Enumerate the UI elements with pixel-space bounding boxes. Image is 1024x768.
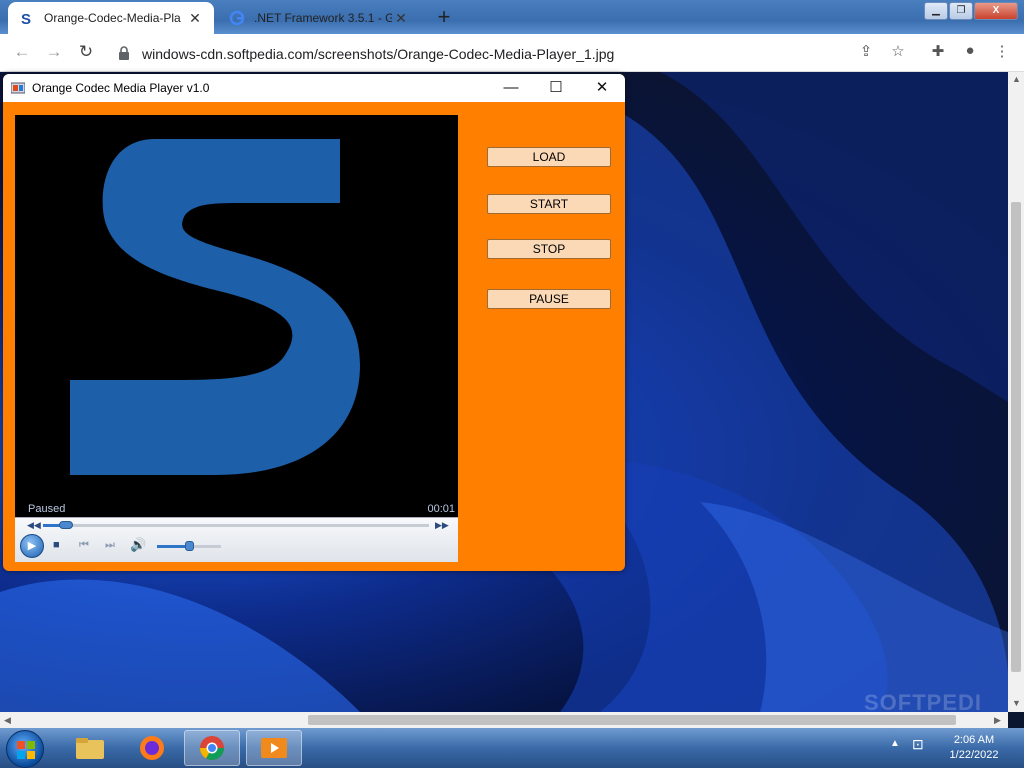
back-icon[interactable]: ←: [10, 42, 34, 64]
lock-icon: [119, 46, 129, 60]
tab-net-framework[interactable]: .NET Framework 3.5.1 - Go ✕: [218, 2, 420, 34]
browser-toolbar: ← → ↻ windows-cdn.softpedia.com/screensh…: [0, 34, 1024, 72]
windows-flag-icon: [17, 741, 35, 759]
horizontal-scroll-thumb[interactable]: [308, 715, 956, 725]
reload-icon[interactable]: ↻: [74, 42, 98, 64]
tab-close-icon[interactable]: ✕: [392, 10, 410, 27]
scroll-left-icon[interactable]: ◀: [4, 715, 11, 726]
forward-icon[interactable]: →: [42, 42, 66, 64]
google-g-icon: [228, 9, 246, 27]
scroll-right-icon[interactable]: ▶: [994, 715, 1001, 726]
chrome-icon[interactable]: [184, 730, 240, 766]
tray-expand-icon[interactable]: ▲: [890, 738, 900, 749]
start-button[interactable]: START: [487, 194, 611, 214]
softpedia-logo: [70, 139, 360, 475]
softpedia-watermark: SOFTPEDI: [864, 690, 983, 712]
vertical-scroll-thumb[interactable]: [1011, 202, 1021, 672]
menu-icon[interactable]: ⋮: [992, 42, 1012, 62]
clock-date: 1/22/2022: [949, 749, 999, 761]
load-button[interactable]: LOAD: [487, 147, 611, 167]
window-minimize-button[interactable]: ▁: [924, 2, 948, 20]
playback-status: Paused: [28, 503, 66, 515]
previous-icon[interactable]: ⏮: [79, 539, 89, 552]
address-bar[interactable]: windows-cdn.softpedia.com/screenshots/Or…: [108, 38, 1018, 68]
svg-text:S: S: [21, 11, 31, 26]
app-close-button[interactable]: ✕: [588, 78, 616, 98]
app-titlebar: Orange Codec Media Player v1.0 — ☐ ✕: [3, 74, 625, 102]
next-icon[interactable]: ⏭: [105, 539, 115, 552]
file-explorer-icon[interactable]: [62, 730, 118, 766]
scroll-down-icon[interactable]: ▼: [1012, 698, 1021, 708]
video-display: [15, 115, 458, 519]
tab-close-icon[interactable]: ✕: [186, 10, 204, 27]
app-icon: [11, 82, 25, 94]
extensions-icon[interactable]: ✚: [928, 42, 948, 62]
bookmark-star-icon[interactable]: ☆: [888, 42, 908, 62]
volume-icon[interactable]: 🔊: [130, 537, 146, 553]
window-restore-button[interactable]: ❐: [949, 2, 973, 20]
url-text: windows-cdn.softpedia.com/screenshots/Or…: [142, 46, 615, 62]
app-minimize-button[interactable]: —: [497, 78, 525, 98]
firefox-icon[interactable]: [124, 730, 180, 766]
new-tab-button[interactable]: +: [430, 6, 458, 30]
play-button[interactable]: ▶: [20, 534, 44, 558]
player-controls: ◀◀ ▶▶ ▶ ■ ⏮ ⏭ 🔊: [15, 517, 458, 562]
vertical-scrollbar[interactable]: ▲ ▼: [1008, 72, 1024, 712]
clock-time: 2:06 AM: [953, 734, 995, 746]
stop-icon[interactable]: ■: [53, 539, 60, 551]
app-maximize-button[interactable]: ☐: [542, 78, 570, 98]
rewind-icon[interactable]: ◀◀: [27, 520, 41, 531]
volume-slider[interactable]: [157, 541, 221, 551]
scroll-up-icon[interactable]: ▲: [1012, 74, 1021, 84]
system-clock[interactable]: 2:06 AM 1/22/2022: [938, 733, 1010, 763]
playback-time: 00:01: [427, 503, 455, 515]
tab-title: Orange-Codec-Media-Pla: [44, 11, 181, 25]
tab-orange-codec[interactable]: S Orange-Codec-Media-Pla ✕: [8, 2, 214, 34]
horizontal-scrollbar[interactable]: ◀ ▶: [0, 712, 1008, 728]
pause-button[interactable]: PAUSE: [487, 289, 611, 309]
profile-icon[interactable]: ●: [960, 42, 980, 62]
seek-bar[interactable]: [43, 521, 429, 529]
softpedia-s-icon: S: [18, 9, 36, 27]
media-player-icon[interactable]: [246, 730, 302, 766]
taskbar: ▲ ⊡ 2:06 AM 1/22/2022: [0, 728, 1024, 768]
seek-knob[interactable]: [59, 521, 74, 529]
share-icon[interactable]: ⇪: [856, 42, 876, 62]
stop-button[interactable]: STOP: [487, 239, 611, 259]
media-player-window: Orange Codec Media Player v1.0 — ☐ ✕ Pau…: [3, 74, 625, 571]
network-icon[interactable]: ⊡: [912, 736, 924, 753]
app-title: Orange Codec Media Player v1.0: [32, 81, 210, 95]
fast-forward-icon[interactable]: ▶▶: [435, 520, 449, 531]
player-status-bar: Paused 00:01: [15, 501, 458, 517]
browser-titlebar: S Orange-Codec-Media-Pla ✕ .NET Framewor…: [0, 0, 1024, 34]
volume-knob[interactable]: [185, 541, 194, 551]
tab-title: .NET Framework 3.5.1 - Go: [254, 11, 392, 25]
start-button-orb[interactable]: [6, 730, 44, 768]
window-close-button[interactable]: X: [974, 2, 1018, 20]
